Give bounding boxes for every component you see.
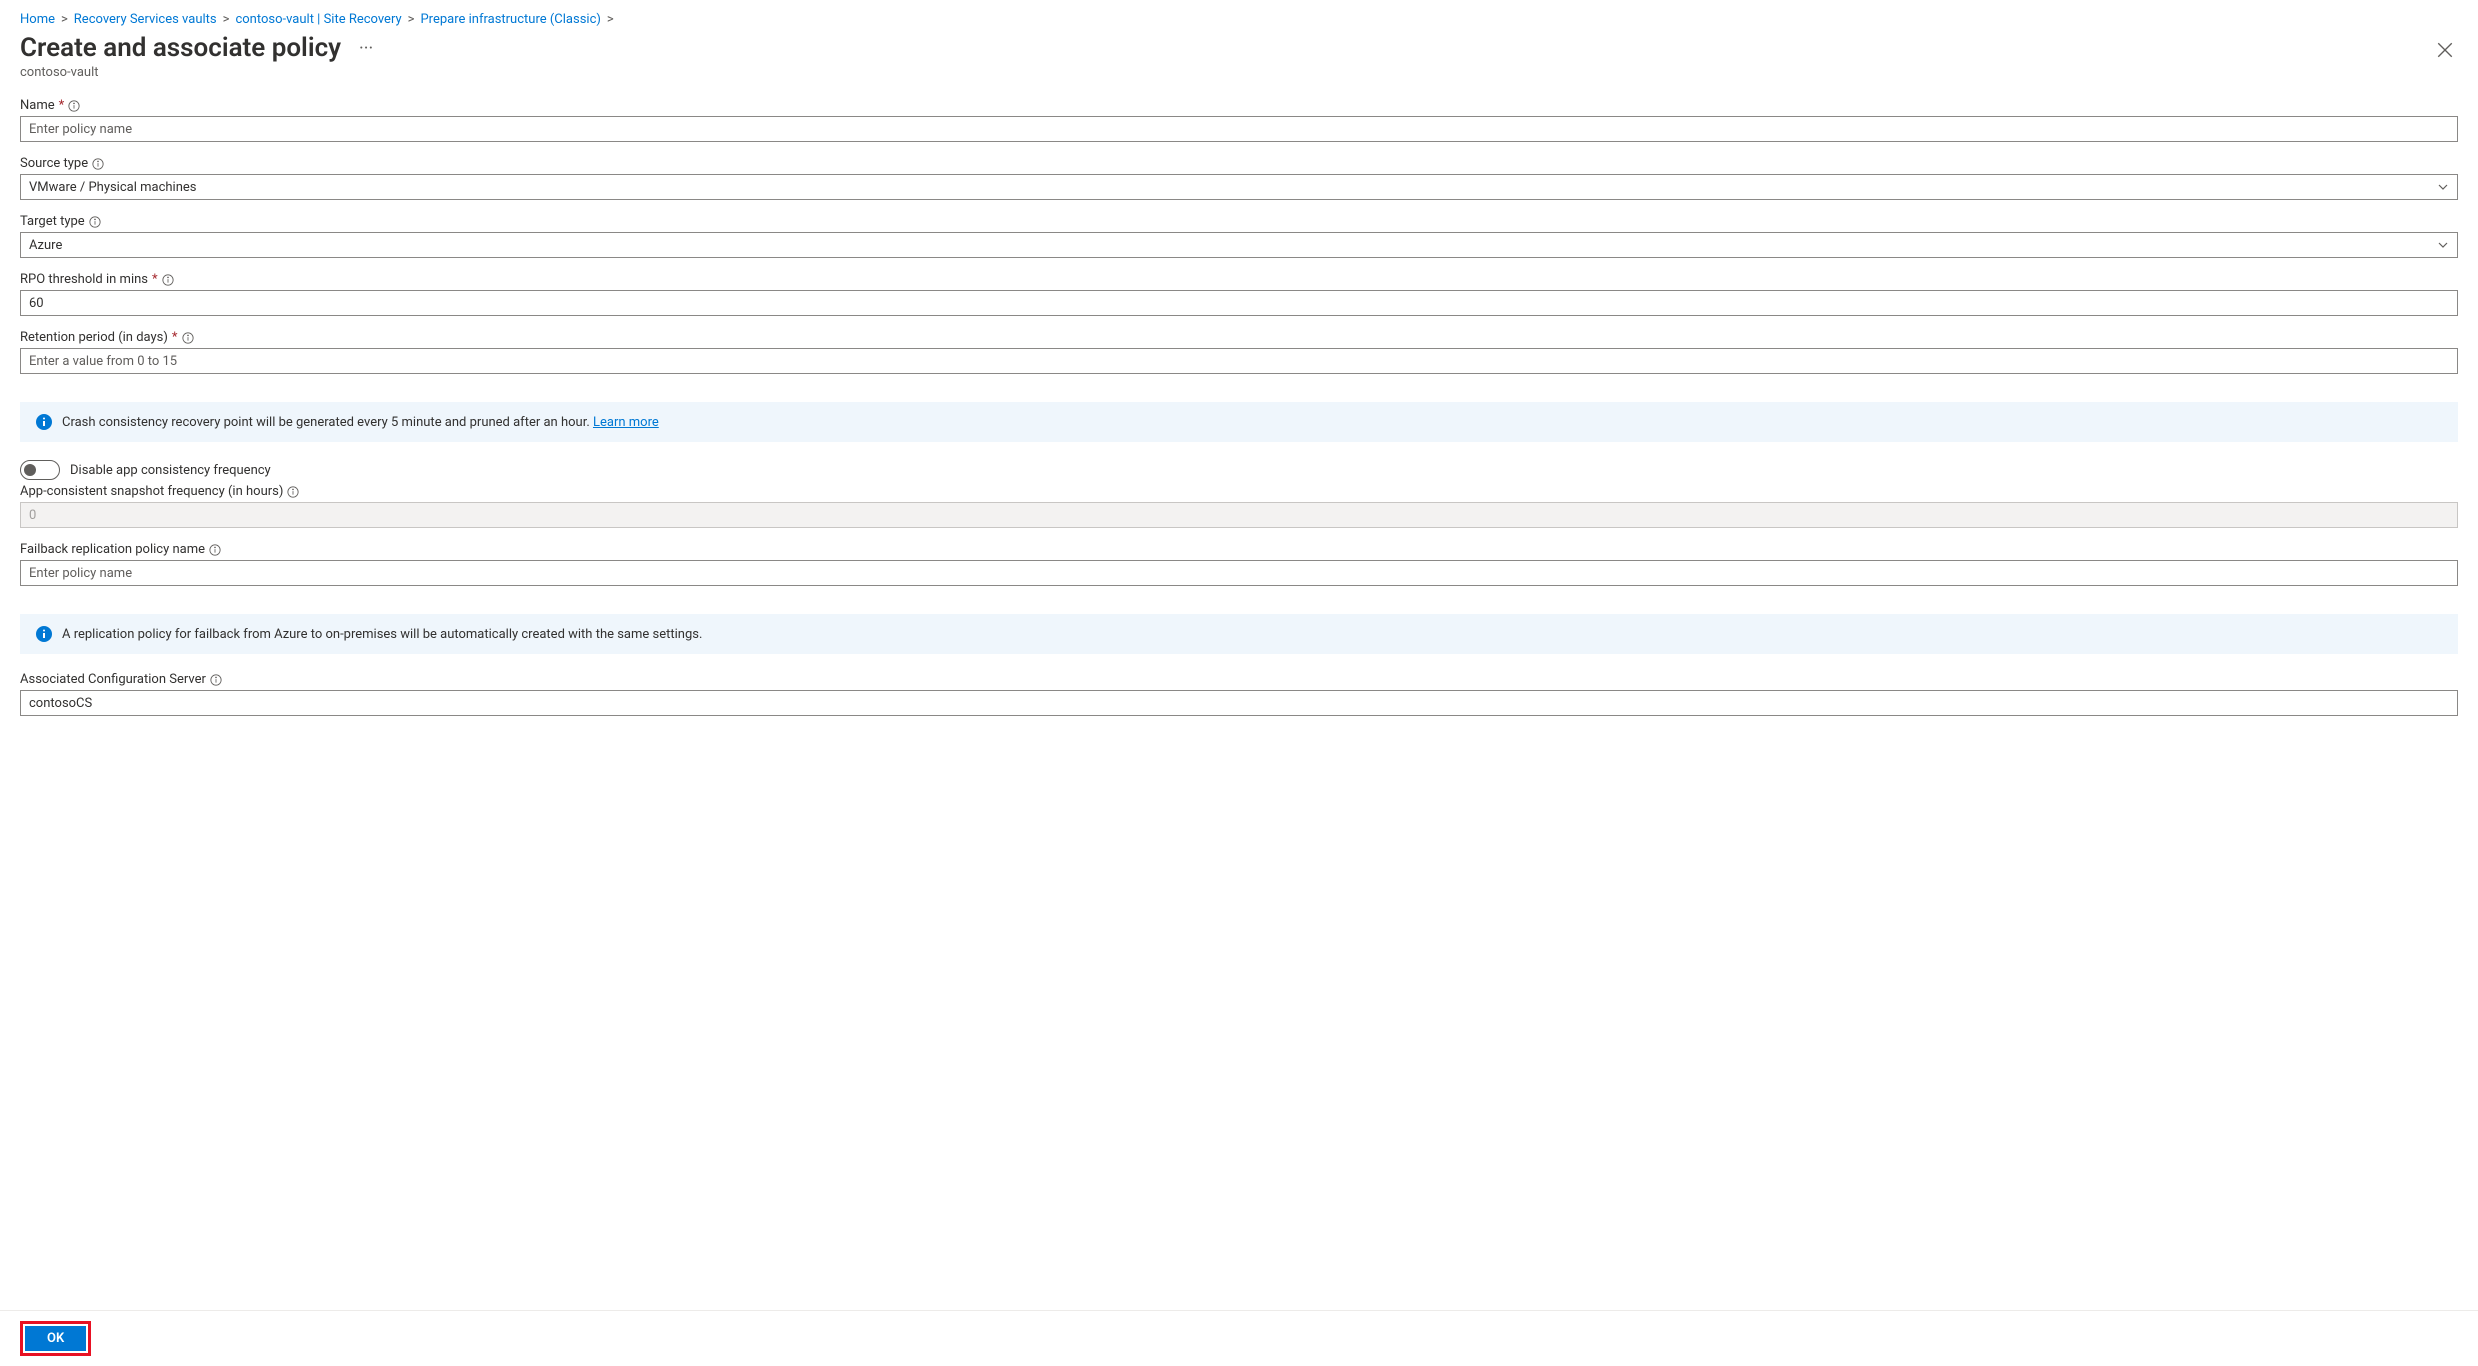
breadcrumb-contoso-vault[interactable]: contoso-vault | Site Recovery (235, 12, 401, 27)
rpo-threshold-label: RPO threshold in mins (20, 272, 148, 287)
name-input[interactable] (20, 116, 2458, 142)
chevron-right-icon: > (223, 12, 230, 27)
breadcrumb-recovery-services-vaults[interactable]: Recovery Services vaults (74, 12, 217, 27)
associated-config-server-label: Associated Configuration Server (20, 672, 206, 687)
required-indicator: * (152, 272, 158, 287)
info-icon[interactable] (162, 274, 174, 286)
source-type-label: Source type (20, 156, 88, 171)
app-snapshot-freq-input (20, 502, 2458, 528)
target-type-value: Azure (29, 238, 62, 253)
info-icon[interactable] (182, 332, 194, 344)
info-icon[interactable] (210, 674, 222, 686)
name-label: Name (20, 98, 55, 113)
retention-period-label: Retention period (in days) (20, 330, 168, 345)
associated-config-server-input[interactable] (20, 690, 2458, 716)
info-icon (36, 626, 52, 642)
source-type-value: VMware / Physical machines (29, 180, 196, 195)
failback-info-text: A replication policy for failback from A… (62, 627, 702, 642)
close-icon[interactable] (2436, 41, 2454, 59)
learn-more-link[interactable]: Learn more (593, 415, 659, 430)
chevron-right-icon: > (607, 12, 614, 27)
app-snapshot-freq-label: App-consistent snapshot frequency (in ho… (20, 484, 283, 499)
breadcrumb-home[interactable]: Home (20, 12, 55, 27)
target-type-label: Target type (20, 214, 85, 229)
breadcrumb: Home > Recovery Services vaults > contos… (20, 12, 2458, 27)
chevron-down-icon (2437, 181, 2449, 193)
failback-policy-input[interactable] (20, 560, 2458, 586)
chevron-right-icon: > (408, 12, 415, 27)
info-icon[interactable] (209, 544, 221, 556)
source-type-select[interactable]: VMware / Physical machines (20, 174, 2458, 200)
disable-app-consistency-label: Disable app consistency frequency (70, 463, 271, 478)
required-indicator: * (59, 98, 65, 113)
page-subtitle: contoso-vault (20, 65, 2458, 80)
info-icon[interactable] (287, 486, 299, 498)
chevron-right-icon: > (61, 12, 68, 27)
required-indicator: * (172, 330, 178, 345)
rpo-threshold-input[interactable] (20, 290, 2458, 316)
info-icon (36, 414, 52, 430)
target-type-select[interactable]: Azure (20, 232, 2458, 258)
ok-button[interactable]: OK (25, 1326, 86, 1351)
crash-consistency-banner: Crash consistency recovery point will be… (20, 402, 2458, 442)
breadcrumb-prepare-infrastructure[interactable]: Prepare infrastructure (Classic) (420, 12, 600, 27)
crash-consistency-text: Crash consistency recovery point will be… (62, 415, 593, 430)
disable-app-consistency-toggle[interactable] (20, 460, 60, 480)
more-actions-button[interactable]: ··· (353, 38, 379, 59)
info-icon[interactable] (89, 216, 101, 228)
footer-bar: OK (0, 1310, 2478, 1366)
page-title: Create and associate policy (20, 33, 341, 63)
ok-button-highlight: OK (20, 1321, 91, 1356)
failback-info-banner: A replication policy for failback from A… (20, 614, 2458, 654)
retention-period-input[interactable] (20, 348, 2458, 374)
info-icon[interactable] (92, 158, 104, 170)
failback-policy-label: Failback replication policy name (20, 542, 205, 557)
chevron-down-icon (2437, 239, 2449, 251)
info-icon[interactable] (68, 100, 80, 112)
